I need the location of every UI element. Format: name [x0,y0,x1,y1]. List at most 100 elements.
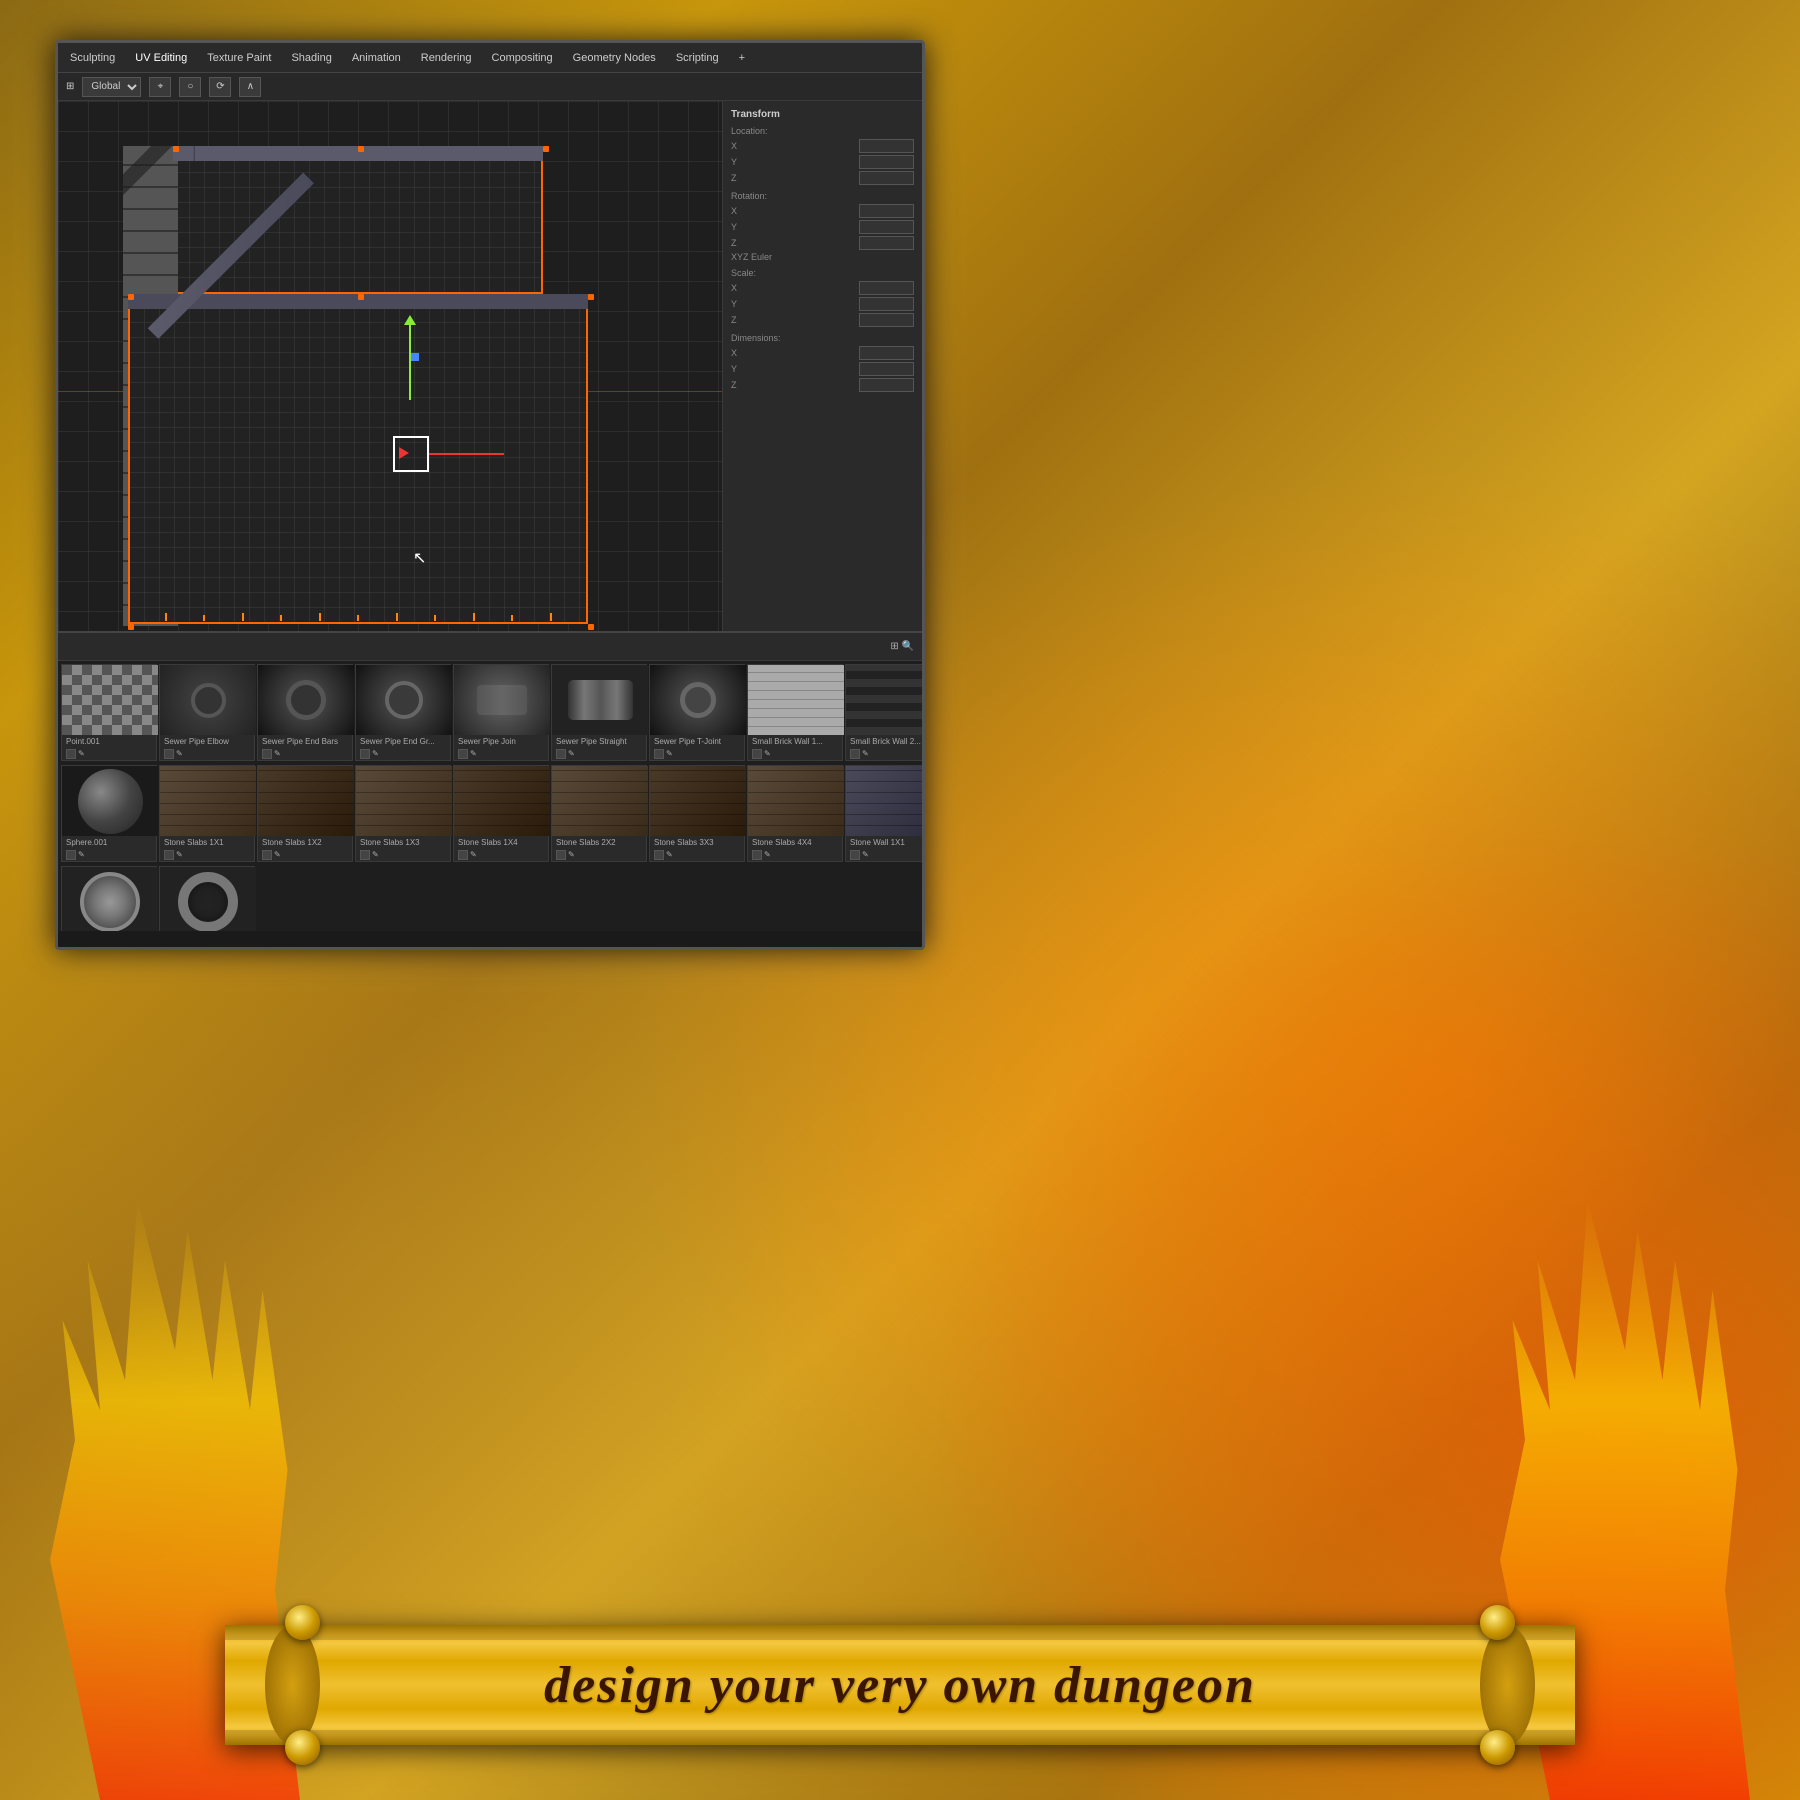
asset-thumb-sphere [62,766,158,836]
pipe-thumb-gr [356,665,452,735]
dimensions-y-field[interactable] [859,362,914,376]
menu-item-add-workspace[interactable]: + [735,50,749,66]
rotation-z-field[interactable] [859,236,914,250]
asset-stone-slabs-1x2[interactable]: Stone Slabs 1X2 ✎ [257,765,353,862]
rotation-y-field[interactable] [859,220,914,234]
transform-button[interactable]: ⟳ [209,77,231,97]
slabs-1x1-texture [160,766,256,836]
asset-browser: ⊞ 🔍 Point.001 ✎ S [58,631,922,931]
asset-sewer-elbow[interactable]: Sewer Pipe Elbow ✎ [159,664,255,761]
menu-item-compositing[interactable]: Compositing [488,50,557,66]
asset-stone-wall-1x1[interactable]: Stone Wall 1X1 ✎ [845,765,922,862]
asset-label-elbow: Sewer Pipe Elbow [160,735,254,748]
asset-sewer-end-bars[interactable]: Sewer Pipe End Bars ✎ [257,664,353,761]
menu-item-shading[interactable]: Shading [287,50,335,66]
asset-stone-slabs-1x4[interactable]: Stone Slabs 1X4 ✎ [453,765,549,862]
brick-2-texture [846,665,922,735]
asset-sphere-001[interactable]: Sphere.001 ✎ [61,765,157,862]
3d-viewport[interactable]: ↖ 🔍 ✋ 📷 ⊞ Transform [58,101,922,631]
menu-item-sculpting[interactable]: Sculpting [66,50,119,66]
asset-small-brick-1[interactable]: Small Brick Wall 1... ✎ [747,664,843,761]
location-label: Location: [731,126,914,136]
annotate-button[interactable]: ∧ [239,77,261,97]
asset-stone-slabs-4x4[interactable]: Stone Slabs 4X4 ✎ [747,765,843,862]
asset-type-icon [262,850,272,860]
asset-sewer-end-gr[interactable]: Sewer Pipe End Gr... ✎ [355,664,451,761]
asset-type-icon [752,850,762,860]
location-y-field[interactable] [859,155,914,169]
snap-button[interactable]: ⌖ [149,77,171,97]
asset-thumb-slabs-1x3 [356,766,452,836]
transform-orientation-select[interactable]: Global [82,77,141,97]
asset-edit-icon: ✎ [274,749,281,759]
asset-thumb-brick-2 [846,665,922,735]
pipe-thumb-join [454,665,550,735]
scale-x-field[interactable] [859,281,914,295]
disk-shape-1 [80,872,140,931]
menu-item-scripting[interactable]: Scripting [672,50,723,66]
asset-ring-1[interactable] [159,866,255,931]
proportional-edit-button[interactable]: ○ [179,77,201,97]
asset-label-end-gr: Sewer Pipe End Gr... [356,735,450,748]
dimensions-y-key: Y [731,364,776,374]
asset-thumb-t-joint [650,665,746,735]
view-toggle[interactable]: ⊞ 🔍 [890,641,914,652]
pipe-shape [191,683,226,718]
uv-point-2 [543,146,549,152]
asset-icons-end-gr: ✎ [356,748,450,760]
scroll-text: design your very own dungeon [544,1656,1256,1715]
asset-stone-slabs-2x2[interactable]: Stone Slabs 2X2 ✎ [551,765,647,862]
asset-label-brick-1: Small Brick Wall 1... [748,735,842,748]
asset-icons-end-bars: ✎ [258,748,352,760]
menu-item-uv-editing[interactable]: UV Editing [131,50,191,66]
scale-y-key: Y [731,299,776,309]
dimensions-x-field[interactable] [859,346,914,360]
asset-disk-1[interactable] [61,866,157,931]
dimensions-label: Dimensions: [731,333,914,343]
location-z-field[interactable] [859,171,914,185]
asset-edit-icon: ✎ [470,749,477,759]
asset-edit-icon: ✎ [274,850,281,860]
dimensions-x-key: X [731,348,776,358]
uv-point-8 [358,294,364,300]
asset-sewer-join[interactable]: Sewer Pipe Join ✎ [453,664,549,761]
rotation-y-row: Y [731,220,914,234]
asset-stone-slabs-3x3[interactable]: Stone Slabs 3X3 ✎ [649,765,745,862]
asset-type-icon [164,850,174,860]
toolbar-icon-object: ⊞ [66,81,74,92]
dimensions-z-row: Z [731,378,914,392]
menu-item-rendering[interactable]: Rendering [417,50,476,66]
asset-label-slabs-1x1: Stone Slabs 1X1 [160,836,254,849]
rotation-z-key: Z [731,238,776,248]
menu-item-texture-paint[interactable]: Texture Paint [203,50,275,66]
scale-z-field[interactable] [859,313,914,327]
menu-item-animation[interactable]: Animation [348,50,405,66]
asset-icons-slabs-1x4: ✎ [454,849,548,861]
asset-icon-row: ✎ [62,748,156,760]
asset-icons-join: ✎ [454,748,548,760]
asset-type-icon [556,749,566,759]
scale-y-field[interactable] [859,297,914,311]
ring-shape-1 [178,872,238,931]
dimensions-z-field[interactable] [859,378,914,392]
scale-x-row: X [731,281,914,295]
asset-stone-slabs-1x3[interactable]: Stone Slabs 1X3 ✎ [355,765,451,862]
asset-label-end-bars: Sewer Pipe End Bars [258,735,352,748]
uv-point-5 [128,624,134,630]
asset-small-brick-2[interactable]: Small Brick Wall 2... ✎ [845,664,922,761]
asset-sewer-straight[interactable]: Sewer Pipe Straight ✎ [551,664,647,761]
knob-shape [285,1730,320,1765]
location-y-row: Y [731,155,914,169]
asset-type-icon [360,850,370,860]
location-x-field[interactable] [859,139,914,153]
asset-stone-slabs-1x1[interactable]: Stone Slabs 1X1 ✎ [159,765,255,862]
dimensions-z-key: Z [731,380,776,390]
asset-point-001[interactable]: Point.001 ✎ [61,664,157,761]
scroll-end-left [265,1625,320,1745]
menu-item-geometry-nodes[interactable]: Geometry Nodes [569,50,660,66]
pipe-thumb-bars [258,665,354,735]
y-arrow-head [404,315,416,325]
transform-title: Transform [731,109,914,120]
asset-sewer-t-joint[interactable]: Sewer Pipe T-Joint ✎ [649,664,745,761]
rotation-x-field[interactable] [859,204,914,218]
